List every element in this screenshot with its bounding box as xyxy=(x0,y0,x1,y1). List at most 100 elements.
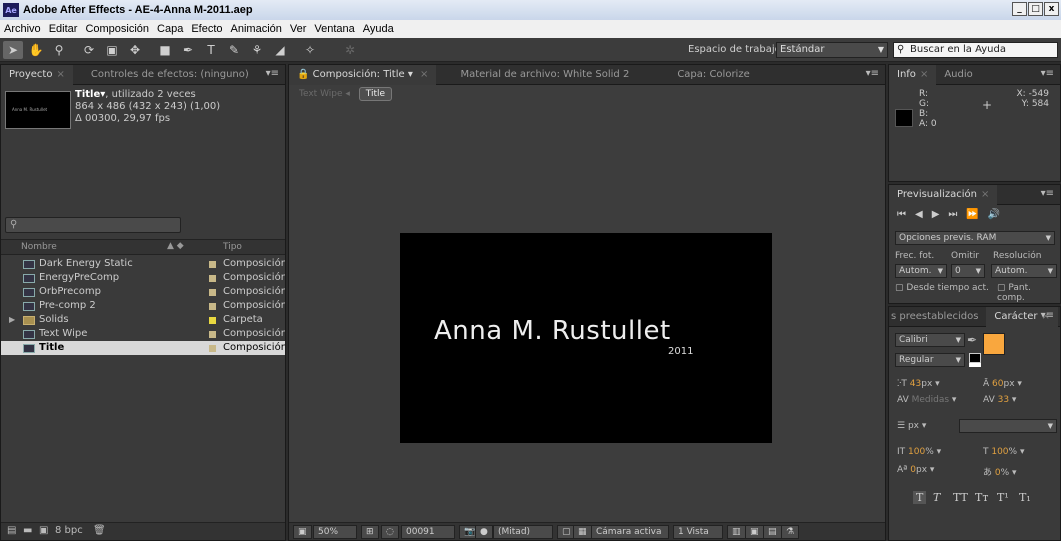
timeline-icon[interactable]: ▤ xyxy=(763,525,782,539)
font-family-select[interactable]: Calibri ▼ xyxy=(895,333,965,347)
expand-triangle-icon[interactable]: ▶ xyxy=(9,313,15,327)
menu-efecto[interactable]: Efecto xyxy=(187,23,226,35)
breadcrumb-prev[interactable]: Text Wipe xyxy=(299,89,343,99)
breadcrumb-current[interactable]: Title xyxy=(358,87,393,101)
workspace-select[interactable]: Estándar ▼ xyxy=(776,42,888,58)
tab-capa[interactable]: Capa: Colorize xyxy=(637,65,757,85)
show-channel-icon[interactable]: ● xyxy=(475,525,493,539)
mask-tool-icon[interactable]: ■ xyxy=(155,41,175,59)
panel-menu-icon[interactable]: ▾≡ xyxy=(1041,310,1054,321)
tsume-field[interactable]: あ 0% ▾ xyxy=(983,465,1017,478)
label-color[interactable] xyxy=(209,289,216,296)
menu-ayuda[interactable]: Ayuda xyxy=(359,23,398,35)
pen-tool-icon[interactable]: ✒ xyxy=(178,41,198,59)
type-tool-icon[interactable]: T xyxy=(201,41,221,59)
vertical-scale-field[interactable]: IT 100% ▾ xyxy=(897,447,941,457)
white-swatch-icon[interactable] xyxy=(969,363,981,367)
roto-brush-tool-icon[interactable]: ✧ xyxy=(300,41,320,59)
brush-tool-icon[interactable]: ✎ xyxy=(224,41,244,59)
full-screen-checkbox[interactable]: ▢ Pant. comp. xyxy=(997,283,1060,303)
baseline-shift-field[interactable]: Aª 0px ▾ xyxy=(897,465,934,475)
interpret-footage-icon[interactable]: ▤ xyxy=(7,525,16,536)
faux-bold-button[interactable]: T xyxy=(913,491,927,504)
list-item[interactable]: OrbPrecomp Composición xyxy=(1,285,285,299)
minimize-button[interactable]: _ xyxy=(1012,2,1027,16)
maximize-button[interactable]: □ xyxy=(1028,2,1043,16)
ram-preview-options-select[interactable]: Opciones previs. RAM ▼ xyxy=(895,231,1055,245)
menu-composicion[interactable]: Composición xyxy=(81,23,153,35)
always-preview-icon[interactable]: ▣ xyxy=(293,525,312,539)
color-depth-button[interactable]: 8 bpc xyxy=(55,525,83,536)
label-color[interactable] xyxy=(209,261,216,268)
item-name[interactable]: Title▾ xyxy=(75,89,105,100)
label-color[interactable] xyxy=(209,303,216,310)
resolution-select[interactable]: (Mitad) xyxy=(493,525,553,539)
superscript-button[interactable]: T¹ xyxy=(997,491,1009,504)
new-folder-icon[interactable]: ▬ xyxy=(23,525,32,536)
zoom-select[interactable]: 50% xyxy=(313,525,357,539)
safe-zones-icon[interactable]: ⊞ xyxy=(361,525,379,539)
camera-select[interactable]: Cámara activa xyxy=(591,525,669,539)
flowchart-icon[interactable]: ⚗ xyxy=(781,525,800,539)
list-item[interactable]: ▶ Solids Carpeta xyxy=(1,313,285,327)
rotate-tool-icon[interactable]: ⟳ xyxy=(79,41,99,59)
menu-ver[interactable]: Ver xyxy=(286,23,311,35)
panel-menu-icon[interactable]: ▾≡ xyxy=(866,68,879,79)
label-column-icon[interactable]: ▲ ◆ xyxy=(167,241,184,251)
new-composition-icon[interactable]: ▣ xyxy=(39,525,48,536)
fill-color-swatch[interactable] xyxy=(983,333,1005,355)
camera-tool-icon[interactable]: ▣ xyxy=(102,41,122,59)
faux-italic-button[interactable]: T xyxy=(933,491,940,504)
eraser-tool-icon[interactable]: ◢ xyxy=(270,41,290,59)
subscript-button[interactable]: T₁ xyxy=(1019,491,1031,504)
stroke-width-field[interactable]: ☰ px ▾ xyxy=(897,421,926,431)
skip-select[interactable]: 0 ▼ xyxy=(951,264,985,278)
tab-material-archivo[interactable]: Material de archivo: White Solid 2 xyxy=(436,65,637,85)
current-time[interactable]: 00091 xyxy=(401,525,455,539)
resolution-select[interactable]: Autom. ▼ xyxy=(991,264,1057,278)
project-search-input[interactable]: ⚲ xyxy=(5,217,181,233)
label-color[interactable] xyxy=(209,345,216,352)
horizontal-scale-field[interactable]: T 100% ▾ xyxy=(983,447,1024,457)
tab-preestablecidos[interactable]: s preestablecidos xyxy=(889,307,986,327)
list-item[interactable]: EnergyPreComp Composición xyxy=(1,271,285,285)
composition-viewer[interactable]: Anna M. Rustullet 2011 xyxy=(400,233,772,443)
list-item[interactable]: Pre-comp 2 Composición xyxy=(1,299,285,313)
label-color[interactable] xyxy=(209,317,216,324)
list-item-selected[interactable]: Title Composición xyxy=(1,341,285,355)
panel-menu-icon[interactable]: ▾≡ xyxy=(1041,68,1054,79)
list-item[interactable]: Text Wipe Composición xyxy=(1,327,285,341)
tracking-field[interactable]: AV 33 ▾ xyxy=(983,395,1016,405)
leading-field[interactable]: Ā 60px ▾ xyxy=(983,379,1022,389)
panel-menu-icon[interactable]: ▾≡ xyxy=(1041,188,1054,199)
menu-editar[interactable]: Editar xyxy=(45,23,82,35)
hand-tool-icon[interactable]: ✋ xyxy=(26,41,46,59)
menu-archivo[interactable]: Archivo xyxy=(0,23,45,35)
tab-info[interactable]: Info × xyxy=(889,65,937,85)
tab-previsualizacion[interactable]: Previsualización × xyxy=(889,185,998,205)
eyedropper-icon[interactable]: ✒ xyxy=(967,333,977,347)
black-swatch-icon[interactable] xyxy=(969,353,981,363)
menu-capa[interactable]: Capa xyxy=(153,23,187,35)
zoom-tool-icon[interactable]: ⚲ xyxy=(49,41,69,59)
trash-icon[interactable]: 🗑 xyxy=(93,525,106,536)
playback-controls[interactable]: ⏮◀▶⏭⏩🔊 xyxy=(897,209,1009,220)
kerning-field[interactable]: AV Medidas ▾ xyxy=(897,395,956,405)
help-search-input[interactable]: ⚲ Buscar en la Ayuda xyxy=(893,42,1058,58)
tab-controles-efectos[interactable]: Controles de efectos: (ninguno) xyxy=(73,65,257,85)
view-layout-select[interactable]: 1 Vista xyxy=(673,525,723,539)
label-color[interactable] xyxy=(209,331,216,338)
tab-audio[interactable]: Audio xyxy=(936,65,980,85)
mask-visibility-icon[interactable]: ◌ xyxy=(381,525,399,539)
stroke-type-select[interactable]: ▼ xyxy=(959,419,1057,433)
list-item[interactable]: Dark Energy Static Composición xyxy=(1,257,285,271)
puppet-tool-icon[interactable]: ✲ xyxy=(340,41,360,59)
stamp-tool-icon[interactable]: ⚘ xyxy=(247,41,267,59)
column-nombre[interactable]: Nombre xyxy=(21,242,57,252)
menu-animacion[interactable]: Animación xyxy=(227,23,286,35)
transparency-grid-icon[interactable]: ▦ xyxy=(573,525,592,539)
toggle-pixel-aspect-icon[interactable]: ▥ xyxy=(727,525,746,539)
column-tipo[interactable]: Tipo xyxy=(223,242,242,252)
all-caps-button[interactable]: TT xyxy=(953,491,968,504)
pan-behind-tool-icon[interactable]: ✥ xyxy=(125,41,145,59)
